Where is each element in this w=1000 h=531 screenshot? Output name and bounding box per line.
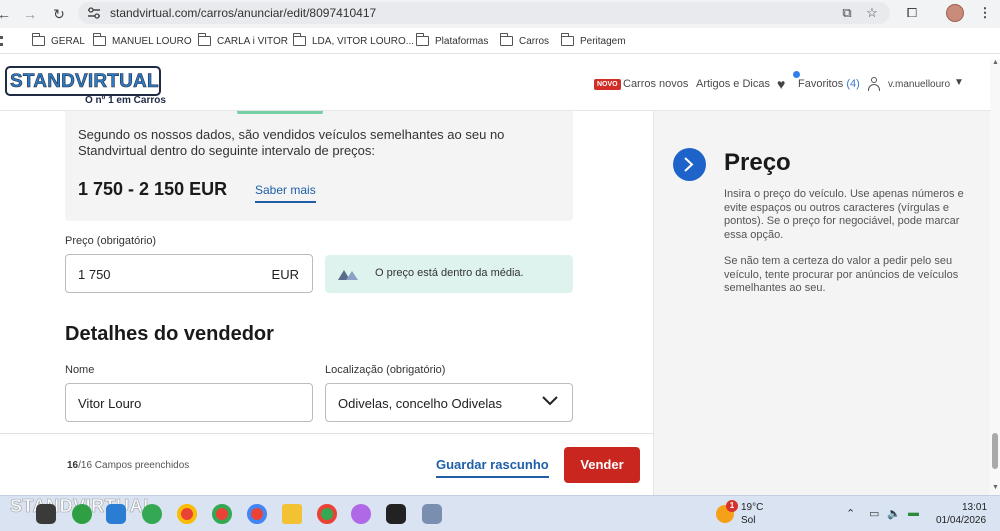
file-explorer-icon[interactable] (282, 504, 302, 524)
standvirtual-logo[interactable]: STANDVIRTUAL (5, 66, 161, 96)
bookmark-plataformas[interactable]: Plataformas (415, 33, 488, 48)
main-form: Segundo os nossos dados, são vendidos ve… (0, 111, 653, 433)
profile-avatar[interactable] (946, 4, 964, 22)
page-scrollbar[interactable]: ▲ ▼ (990, 59, 1000, 495)
apps-icon[interactable] (0, 36, 6, 46)
logo-tagline: O nº 1 em Carros (85, 95, 166, 106)
chevron-down-icon (542, 396, 558, 406)
price-label: Preço (obrigatório) (65, 235, 157, 247)
chrome-icon[interactable] (317, 504, 337, 524)
browser-toolbar: ← → ↻ standvirtual.com/carros/anunciar/e… (0, 0, 1000, 28)
folder-icon (92, 33, 106, 46)
price-range-box: Segundo os nossos dados, são vendidos ve… (65, 111, 573, 221)
sell-button[interactable]: Vender (564, 447, 640, 483)
name-label: Nome (65, 364, 95, 376)
folder-icon (31, 33, 45, 46)
battery-icon[interactable]: ▬ (908, 507, 919, 519)
location-label: Localização (obrigatório) (325, 364, 446, 376)
user-icon[interactable] (868, 77, 880, 91)
user-menu[interactable]: v.manuellouro (888, 79, 950, 90)
weather-badge: 1 (726, 500, 738, 512)
scroll-up-icon[interactable]: ▲ (992, 59, 999, 66)
reload-icon[interactable]: ↻ (49, 4, 69, 24)
price-input[interactable]: 1 750 EUR (65, 254, 313, 293)
chevron-right-icon (684, 157, 694, 172)
site-header: STANDVIRTUAL O nº 1 em Carros NOVO Carro… (0, 55, 1000, 111)
folder-icon (197, 33, 211, 46)
tray-chevron-icon[interactable]: ⌃ (846, 507, 855, 520)
chrome-icon[interactable] (177, 504, 197, 524)
price-indicator-strip (237, 111, 323, 114)
bookmark-manuel-louro[interactable]: MANUEL LOURO (92, 33, 192, 48)
step-indicator (673, 148, 706, 181)
heart-icon[interactable]: ♥ (777, 77, 791, 91)
clock-time[interactable]: 13:01 (962, 502, 987, 513)
folder-icon (415, 33, 429, 46)
save-draft-button[interactable]: Guardar rascunho (436, 457, 549, 478)
network-icon[interactable]: ▭ (869, 507, 879, 520)
taskbar-app-icon[interactable] (36, 504, 56, 524)
bookmark-lda-vitor-louro[interactable]: LDA, VITOR LOURO... (292, 33, 414, 48)
favoritos-count: (4) (846, 78, 860, 90)
folder-icon (560, 33, 574, 46)
volume-icon[interactable]: 🔈 (887, 507, 901, 520)
sidebar-text-2: Se não tem a certeza do valor a pedir pe… (724, 255, 959, 294)
name-input[interactable]: Vitor Louro (65, 383, 313, 422)
forward-icon[interactable]: → (20, 4, 40, 24)
bookmark-star-icon[interactable]: ☆ (863, 4, 881, 22)
chrome-icon[interactable] (142, 504, 162, 524)
artigos-dicas-link[interactable]: Artigos e Dicas (696, 78, 770, 90)
price-range: 1 750 - 2 150 EUR (78, 179, 228, 199)
bookmark-carros[interactable]: Carros (499, 33, 549, 48)
copilot-icon[interactable] (351, 504, 371, 524)
bookmark-geral[interactable]: GERAL (31, 33, 85, 48)
scroll-thumb[interactable] (992, 433, 998, 469)
favoritos-link[interactable]: Favoritos (4) (798, 78, 860, 90)
bookmark-carla-vitor[interactable]: CARLA i VITOR (197, 33, 288, 48)
form-action-bar: 16/16 Campos preenchidos Guardar rascunh… (0, 433, 653, 495)
url-text: standvirtual.com/carros/anunciar/edit/80… (110, 6, 377, 20)
chevron-down-icon[interactable]: ▼ (954, 77, 964, 88)
weather-temperature[interactable]: 19°C (741, 502, 763, 513)
sidebar-title: Preço (724, 149, 791, 176)
menu-kebab-icon[interactable]: ⋮ (976, 4, 994, 22)
chrome-icon[interactable] (212, 504, 232, 524)
seller-section-title: Detalhes do vendedor (65, 323, 274, 345)
taskbar-app-icon[interactable] (386, 504, 406, 524)
weather-condition[interactable]: Sol (741, 515, 755, 526)
back-icon[interactable]: ← (0, 4, 14, 24)
folder-icon (292, 33, 306, 46)
price-gauge-icon (338, 270, 358, 280)
fields-progress: 16/16 Campos preenchidos (67, 460, 190, 471)
calculator-icon[interactable] (422, 504, 442, 524)
chrome-icon[interactable] (247, 504, 267, 524)
currency-unit: EUR (271, 267, 299, 282)
address-bar[interactable]: standvirtual.com/carros/anunciar/edit/80… (78, 2, 890, 24)
novo-badge: NOVO (594, 79, 621, 90)
bookmark-peritagem[interactable]: Peritagem (560, 33, 626, 48)
sidebar-bottom (653, 433, 1000, 495)
scroll-down-icon[interactable]: ▼ (992, 484, 999, 491)
folder-icon (499, 33, 513, 46)
site-info-icon[interactable] (87, 7, 101, 19)
saber-mais-link[interactable]: Saber mais (255, 183, 316, 203)
notification-dot (793, 71, 800, 78)
price-feedback: O preço está dentro da média. (325, 255, 573, 293)
bookmarks-bar: GERAL MANUEL LOURO CARLA i VITOR LDA, VI… (0, 28, 1000, 54)
help-sidebar: Preço Insira o preço do veículo. Use ape… (653, 111, 1000, 433)
clock-date[interactable]: 01/04/2026 (936, 515, 986, 526)
sidebar-text-1: Insira o preço do veículo. Use apenas nú… (724, 188, 964, 241)
taskbar-app-icon[interactable] (106, 504, 126, 524)
carros-novos-link[interactable]: Carros novos (623, 78, 688, 90)
windows-taskbar: STANDVIRTUAL 1 19°C Sol ⌃ ▭ 🔈 ▬ 13:01 01… (0, 495, 1000, 531)
price-info-text: Segundo os nossos dados, são vendidos ve… (78, 127, 505, 158)
location-select[interactable]: Odivelas, concelho Odivelas (325, 383, 573, 422)
extensions-icon[interactable]: ⧠ (903, 4, 921, 22)
whatsapp-icon[interactable] (72, 504, 92, 524)
install-app-icon[interactable]: ⧉ (838, 4, 856, 22)
